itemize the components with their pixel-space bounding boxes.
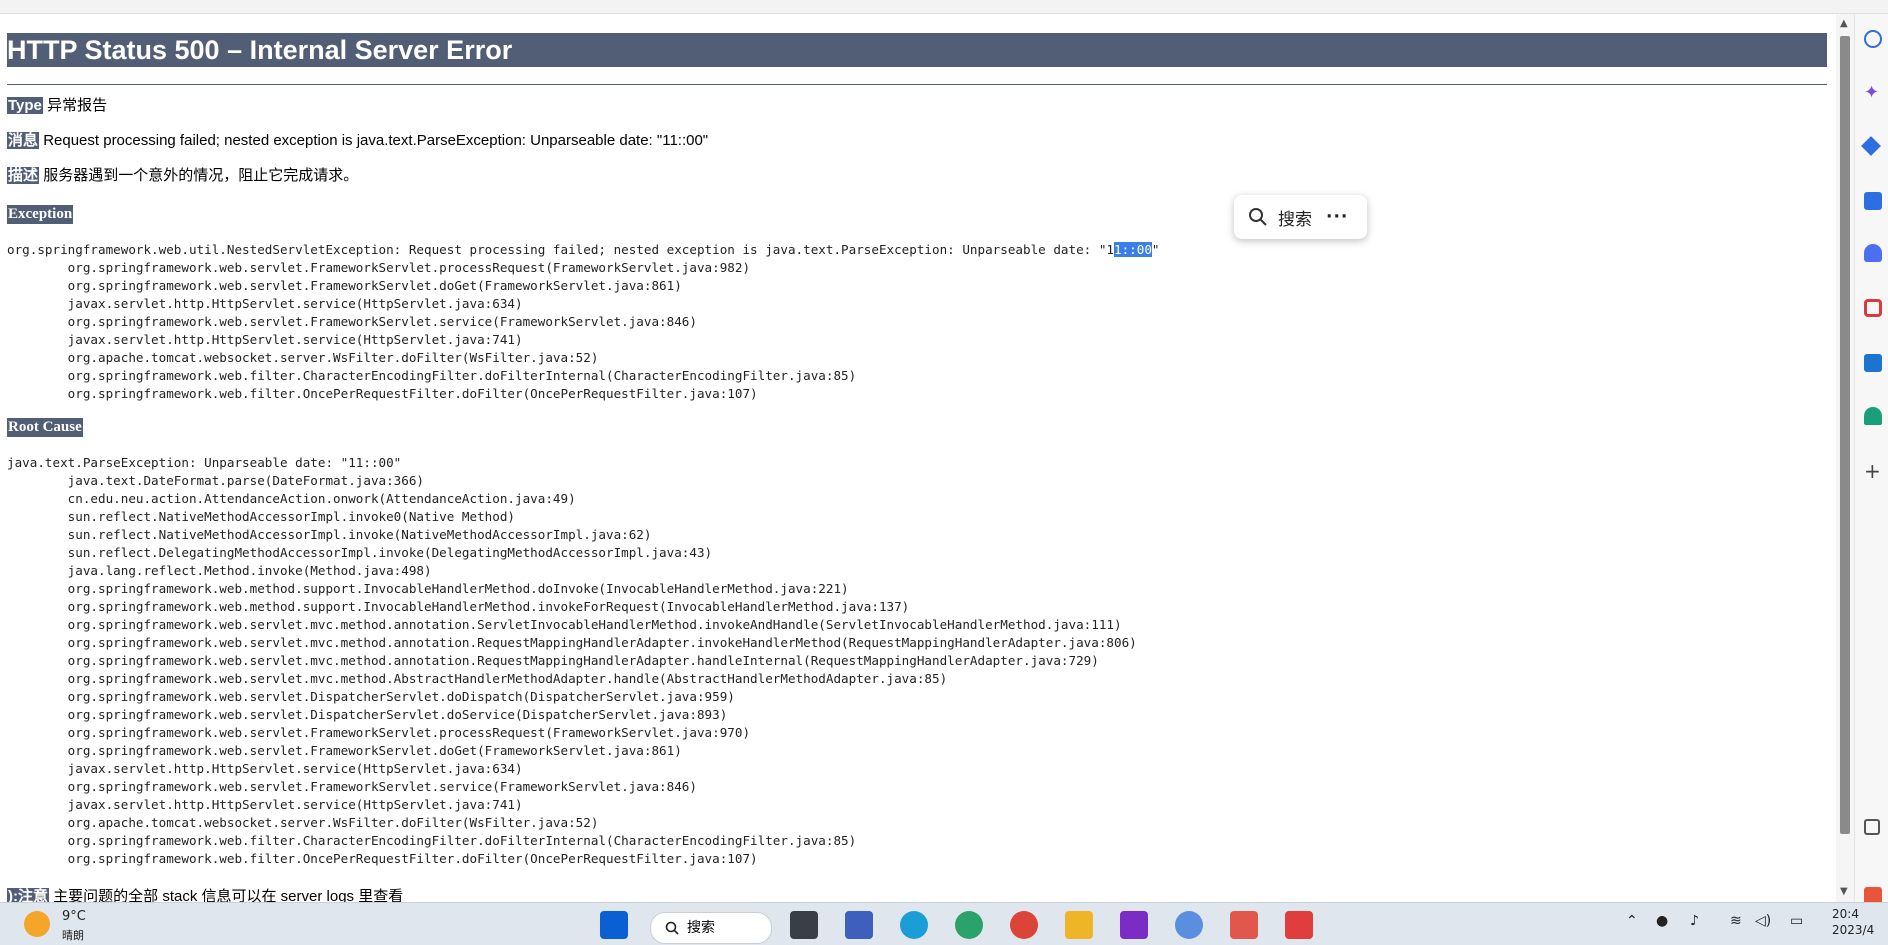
description-row: 描述 服务器遇到一个意外的情况，阻止它完成请求。	[7, 164, 358, 185]
root-cause-heading: Root Cause	[7, 418, 83, 437]
sidebar-office-icon[interactable]	[1864, 299, 1882, 317]
taskbar-search-label: 搜索	[687, 920, 715, 936]
sidebar-copilot-icon[interactable]: ✦	[1864, 84, 1882, 102]
scroll-up-icon[interactable]: ▲	[1840, 18, 1848, 29]
clock[interactable]: 20:4 2023/4	[1832, 906, 1874, 938]
type-row: Type 异常报告	[7, 94, 107, 115]
description-label: 描述	[7, 167, 40, 184]
description-value: 服务器遇到一个意外的情况，阻止它完成请求。	[43, 167, 359, 184]
intellij-icon[interactable]	[1120, 911, 1148, 939]
app-icon[interactable]	[1175, 911, 1203, 939]
exception-trace[interactable]: org.springframework.web.servlet.Framewor…	[7, 259, 857, 403]
type-value: 异常报告	[47, 97, 108, 114]
browser-sidebar: ✦ +	[1854, 14, 1888, 905]
sidebar-add-icon[interactable]: +	[1864, 461, 1882, 481]
exception-first-prefix: org.springframework.web.util.NestedServl…	[7, 242, 1114, 257]
vertical-scrollbar[interactable]: ▲ ▼	[1836, 14, 1854, 902]
page-title: HTTP Status 500 – Internal Server Error	[7, 33, 1827, 67]
search-icon[interactable]	[1248, 207, 1268, 227]
note-value: 主要问题的全部 stack 信息可以在 server logs 里查看	[53, 888, 404, 902]
error-page: HTTP Status 500 – Internal Server Error …	[0, 14, 1836, 902]
sidebar-tools-icon[interactable]	[1864, 192, 1882, 210]
type-label: Type	[7, 97, 43, 114]
sidebar-layout-icon[interactable]	[1864, 819, 1880, 835]
browser-top-strip	[0, 0, 1888, 14]
file-explorer-icon[interactable]	[1065, 911, 1093, 939]
message-label: 消息	[7, 132, 40, 149]
note-label: ):注意	[7, 888, 49, 902]
sidebar-shopping-icon[interactable]	[1861, 136, 1881, 156]
selected-text[interactable]: 1::00	[1113, 242, 1152, 257]
wps-icon[interactable]	[1285, 911, 1313, 939]
volume-icon[interactable]: ◁)	[1755, 913, 1771, 929]
sidebar-search-icon[interactable]	[1864, 30, 1882, 48]
microphone-icon[interactable]: ♪	[1690, 913, 1699, 929]
taskbar-search-icon	[665, 921, 679, 935]
weather-sun-icon	[24, 911, 50, 937]
exception-heading: Exception	[7, 205, 74, 224]
battery-icon[interactable]: ▭	[1790, 913, 1803, 929]
scrollbar-thumb[interactable]	[1840, 36, 1850, 834]
start-button-icon[interactable]	[600, 911, 628, 939]
more-options-icon[interactable]: ···	[1326, 207, 1348, 227]
windows-taskbar: 9°C 晴朗 搜索 ⌃ ● ♪ ≋ ◁) ▭ 20:4 2023/4	[0, 902, 1888, 945]
chrome-icon[interactable]	[1010, 911, 1038, 939]
message-row: 消息 Request processing failed; nested exc…	[7, 129, 708, 150]
taskbar-search[interactable]: 搜索	[650, 912, 772, 944]
qq-icon[interactable]: ●	[1656, 913, 1668, 929]
weather-temp: 9°C	[62, 909, 86, 924]
selection-search-button[interactable]: 搜索	[1278, 205, 1312, 230]
sidebar-outlook-icon[interactable]	[1864, 354, 1882, 372]
ie-icon[interactable]	[955, 911, 983, 939]
exception-first-suffix: "	[1151, 242, 1160, 257]
note-row: ):注意 主要问题的全部 stack 信息可以在 server logs 里查看	[7, 885, 403, 902]
app-monitor-icon[interactable]	[845, 911, 873, 939]
clock-time: 20:4	[1832, 907, 1859, 921]
chevron-up-icon[interactable]: ⌃	[1626, 913, 1638, 929]
exception-first-line[interactable]: org.springframework.web.util.NestedServl…	[7, 241, 1160, 259]
root-cause-trace[interactable]: java.text.ParseException: Unparseable da…	[7, 454, 1137, 868]
message-value: Request processing failed; nested except…	[43, 132, 709, 149]
task-view-icon[interactable]	[790, 911, 818, 939]
scroll-down-icon[interactable]: ▼	[1840, 886, 1848, 897]
edge-icon[interactable]	[900, 911, 928, 939]
sidebar-drop-icon[interactable]	[1864, 407, 1882, 425]
selection-popup: 搜索 ···	[1234, 195, 1367, 239]
weather-desc: 晴朗	[62, 929, 84, 942]
wifi-icon[interactable]: ≋	[1730, 913, 1742, 929]
divider	[7, 84, 1827, 85]
app-pdf-icon[interactable]	[1230, 911, 1258, 939]
clock-date: 2023/4	[1832, 923, 1875, 937]
sidebar-people-icon[interactable]	[1864, 244, 1882, 262]
